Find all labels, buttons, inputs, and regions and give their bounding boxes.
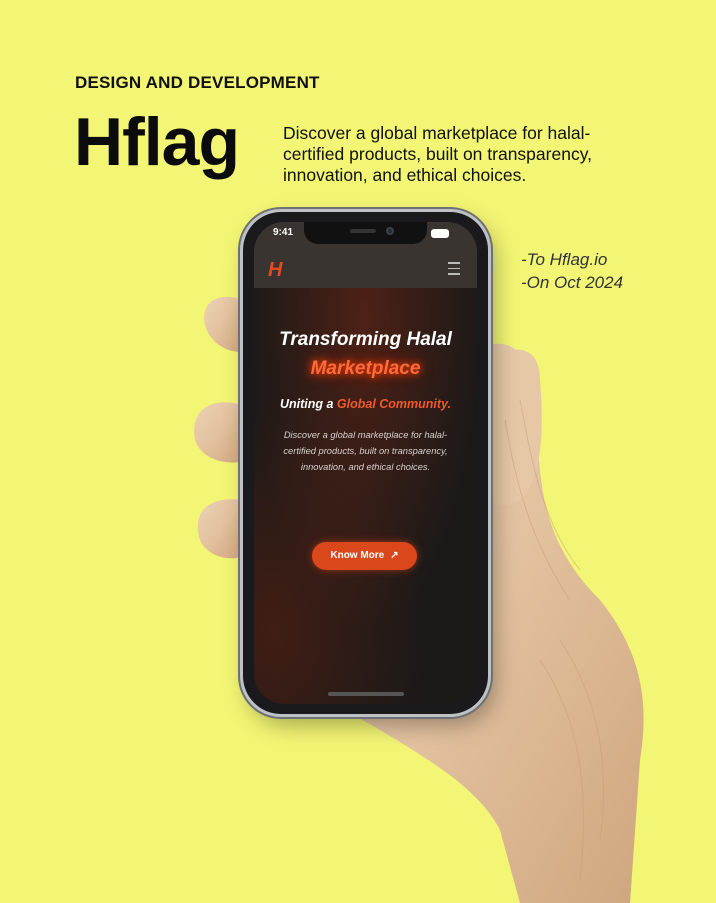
- status-time: 9:41: [273, 227, 294, 238]
- phone-notch: [304, 222, 427, 244]
- battery-icon: [431, 229, 449, 238]
- hero-title-line1: Transforming Halal: [279, 329, 452, 350]
- hero-subtitle: Uniting a Global Community.: [254, 397, 477, 411]
- hflag-logo[interactable]: H: [268, 259, 282, 282]
- phone-screen: 9:41 H Transforming Halal Marketplace Un…: [254, 222, 477, 704]
- front-camera: [386, 227, 394, 235]
- hero-subtitle-prefix: Uniting a: [279, 397, 337, 411]
- hamburger-icon[interactable]: [448, 262, 460, 279]
- know-more-button[interactable]: Know More ↗: [312, 542, 417, 570]
- hero-title-line2: Marketplace: [310, 358, 421, 379]
- speaker-grille: [350, 229, 376, 233]
- hero-subtitle-accent: Global Community.: [336, 397, 452, 411]
- finger-low: [197, 499, 243, 559]
- finger-mid: [194, 402, 243, 463]
- site-navbar: H: [254, 248, 477, 288]
- know-more-label: Know More: [330, 550, 385, 561]
- home-indicator: [328, 692, 404, 696]
- hero-body: Discover a global marketplace for halal-…: [283, 430, 448, 472]
- smartphone-mockup: 9:41 H Transforming Halal Marketplace Un…: [243, 212, 488, 714]
- finger-top: [204, 296, 243, 352]
- status-bar: 9:41: [254, 222, 477, 248]
- arrow-up-right-icon: ↗: [390, 550, 399, 561]
